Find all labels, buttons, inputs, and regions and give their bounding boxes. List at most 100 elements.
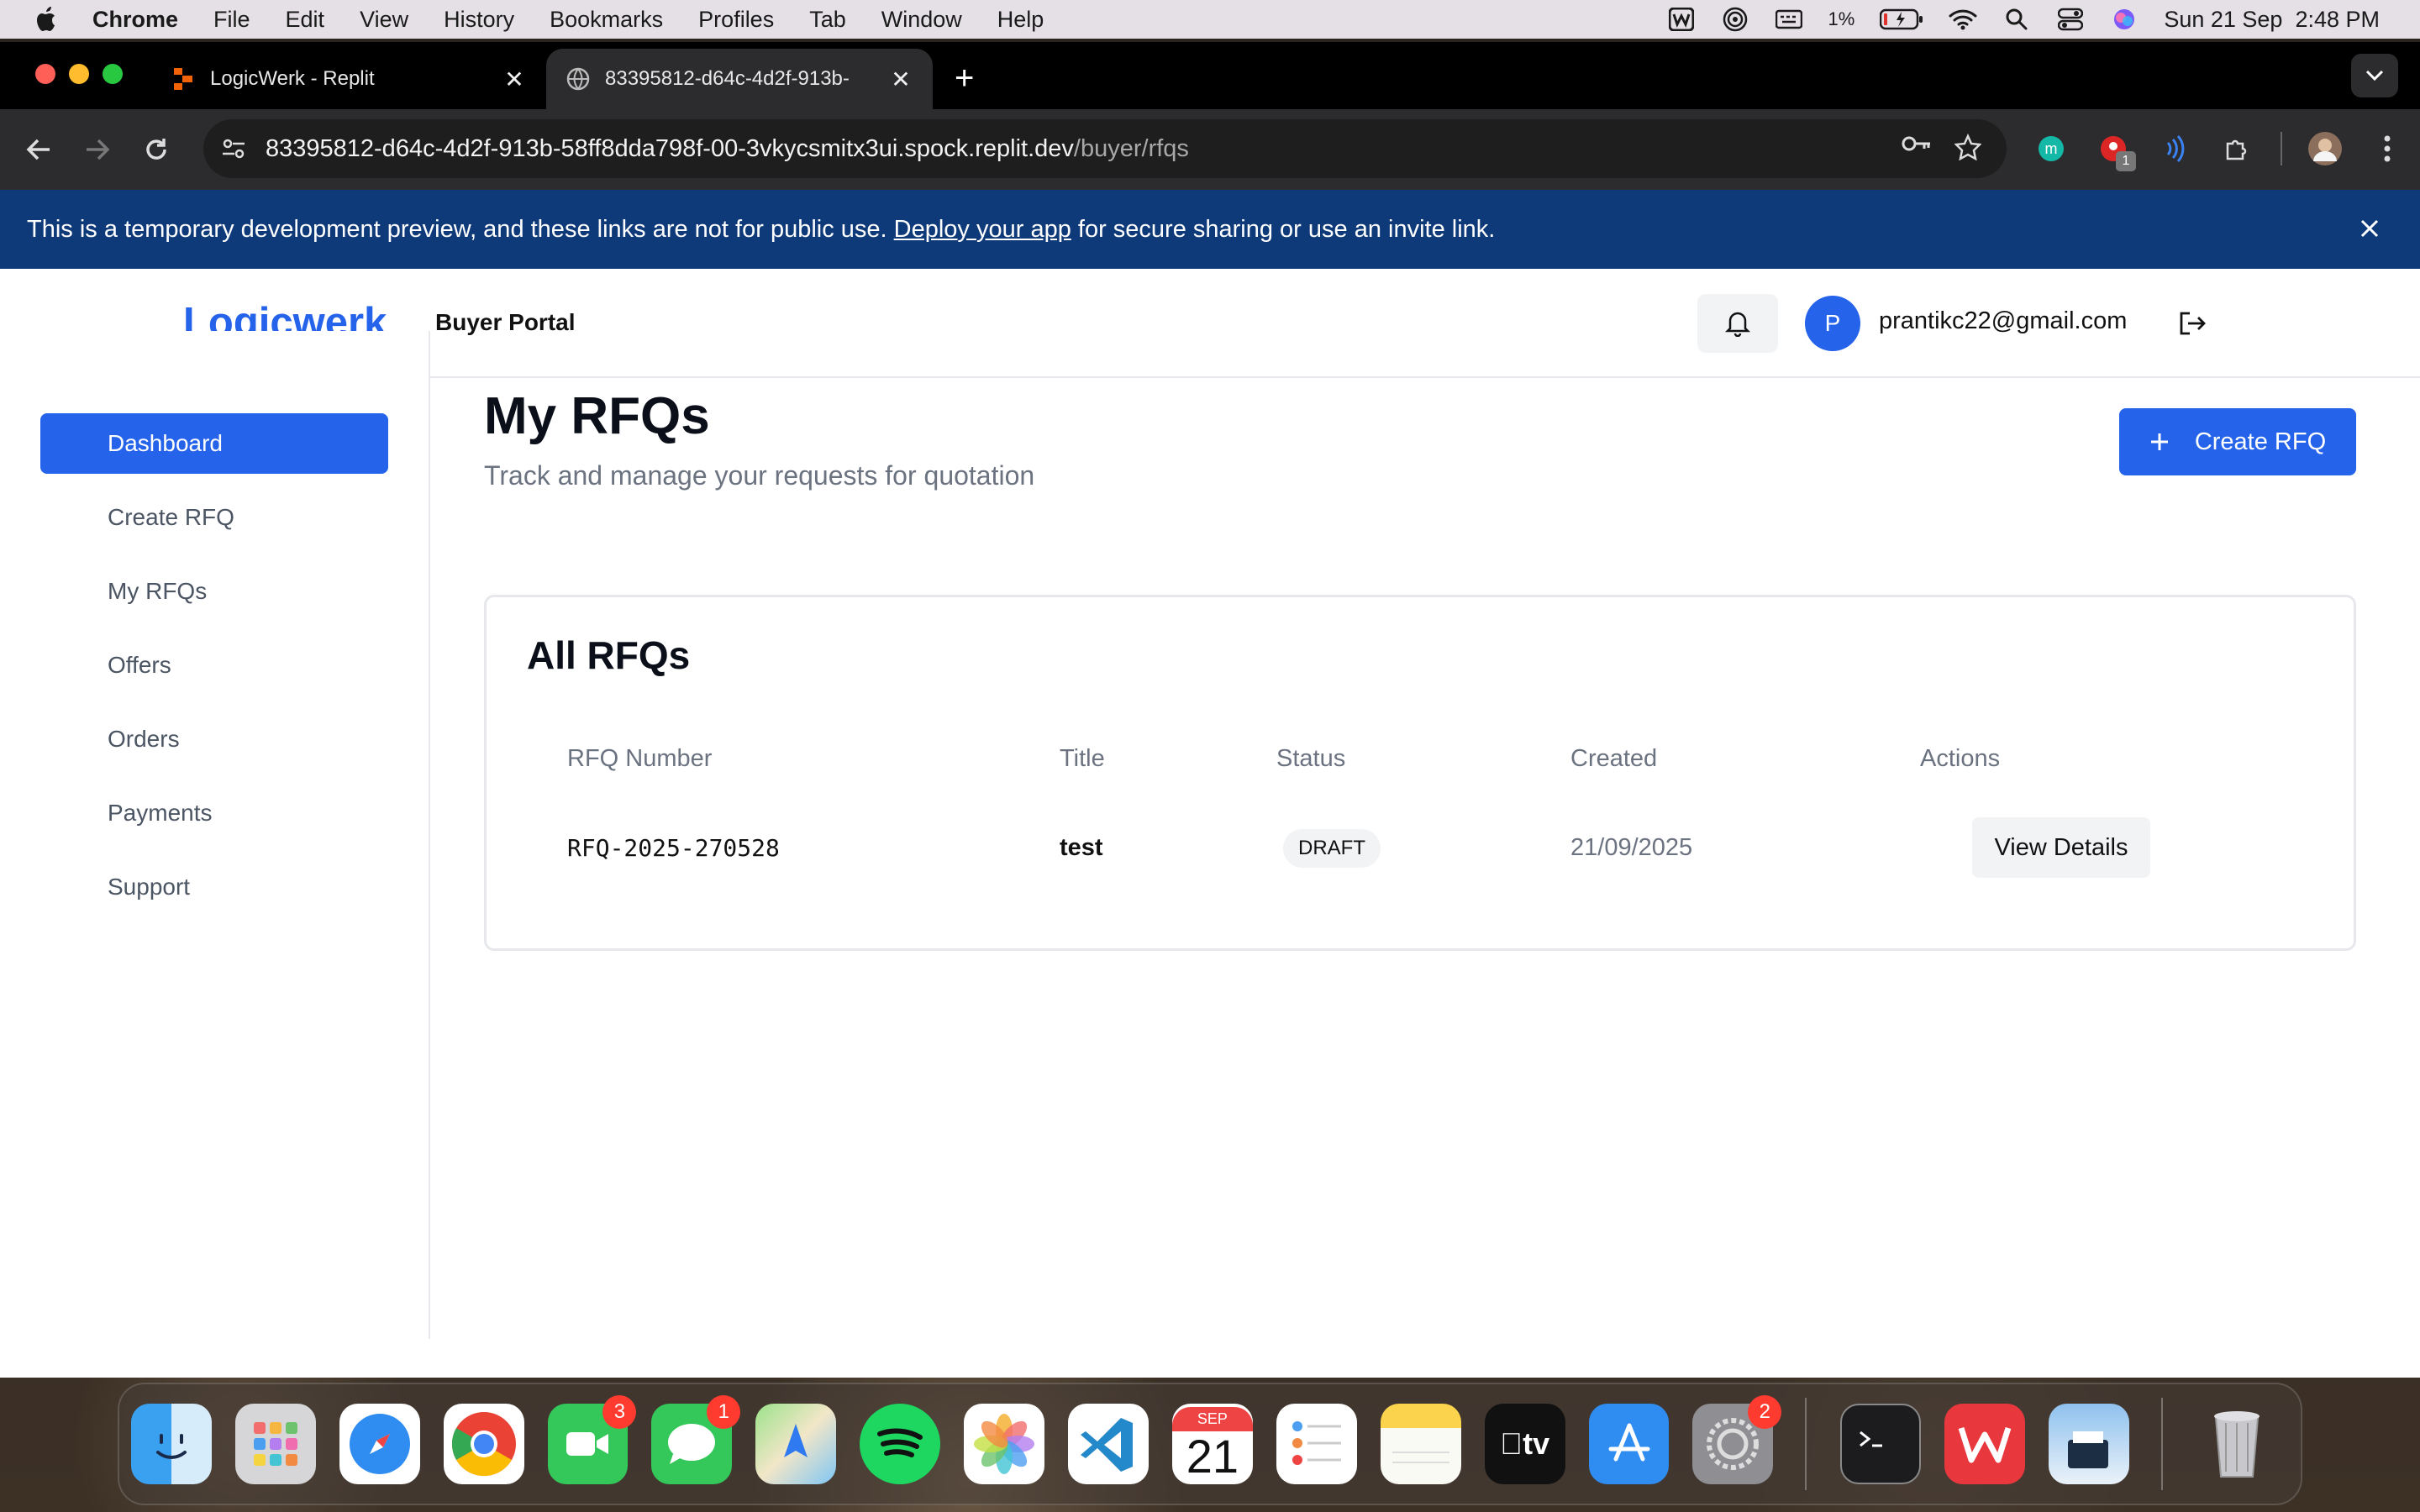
- password-key-icon[interactable]: [1901, 134, 1933, 165]
- sidebar-item-offers[interactable]: Offers: [40, 635, 388, 696]
- menu-help[interactable]: Help: [997, 7, 1044, 33]
- dock-separator: [2161, 1398, 2164, 1490]
- dock-system-settings-icon[interactable]: 2: [1692, 1395, 1782, 1484]
- dock-trash-icon[interactable]: [2196, 1404, 2277, 1484]
- dock-vscode-icon[interactable]: [1068, 1404, 1149, 1484]
- svg-text:m: m: [2045, 140, 2058, 157]
- chrome-menu-icon[interactable]: [2368, 129, 2407, 168]
- dock-finder-icon[interactable]: [131, 1404, 212, 1484]
- keyboard-icon[interactable]: [1775, 7, 1803, 32]
- menu-window[interactable]: Window: [881, 7, 962, 33]
- menu-edit[interactable]: Edit: [286, 7, 325, 33]
- menu-history[interactable]: History: [444, 7, 514, 33]
- wps-menubar-icon[interactable]: [1667, 7, 1696, 32]
- tab-close-icon[interactable]: ✕: [502, 66, 526, 92]
- close-window-button[interactable]: [35, 64, 55, 84]
- spotlight-search-icon[interactable]: [2002, 7, 2031, 32]
- dock-calendar-icon[interactable]: SEP 21: [1171, 1404, 1253, 1484]
- wifi-icon[interactable]: [1949, 7, 1977, 32]
- dock-terminal-icon[interactable]: [1840, 1404, 1922, 1484]
- column-header-created[interactable]: Created: [1570, 745, 1657, 773]
- dock-photos-icon[interactable]: [964, 1404, 1045, 1484]
- tab-strip: LogicWerk - Replit ✕ 83395812-d64c-4d2f-…: [0, 42, 2420, 109]
- maximize-window-button[interactable]: [103, 64, 123, 84]
- menu-file[interactable]: File: [213, 7, 250, 33]
- create-rfq-button[interactable]: Create RFQ: [2119, 408, 2356, 475]
- column-header-title[interactable]: Title: [1060, 745, 1105, 773]
- sidebar-item-create-rfq[interactable]: Create RFQ: [40, 487, 388, 548]
- address-bar[interactable]: 83395812-d64c-4d2f-913b-58ff8dda798f-00-…: [203, 119, 2007, 178]
- menu-view[interactable]: View: [360, 7, 408, 33]
- extension-red-icon[interactable]: 1: [2094, 129, 2136, 171]
- dock-reminders-icon[interactable]: [1276, 1404, 1357, 1484]
- extension-m-icon[interactable]: m: [2032, 129, 2070, 168]
- url-host: 83395812-d64c-4d2f-913b-58ff8dda798f-00-…: [266, 134, 1074, 162]
- minimize-window-button[interactable]: [69, 64, 89, 84]
- url-path: /buyer/rfqs: [1073, 134, 1189, 162]
- sidebar: Dashboard Create RFQ My RFQs Offers Orde…: [0, 331, 430, 1339]
- page-content: Dashboard Create RFQ My RFQs Offers Orde…: [0, 331, 2420, 1339]
- dock-preview-icon[interactable]: [2049, 1404, 2130, 1484]
- tab-preview[interactable]: 83395812-d64c-4d2f-913b- ✕: [546, 49, 933, 109]
- column-header-rfq-number[interactable]: RFQ Number: [567, 745, 712, 773]
- view-details-button[interactable]: View Details: [1972, 817, 2150, 878]
- dock-tv-icon[interactable]: tv: [1484, 1404, 1565, 1484]
- column-header-status[interactable]: Status: [1276, 745, 1345, 773]
- sidebar-item-orders[interactable]: Orders: [40, 709, 388, 769]
- dock: 3 1 SEP 21 tv 2: [118, 1383, 2302, 1505]
- dev-preview-banner: This is a temporary development preview,…: [0, 190, 2420, 269]
- extensions-area: m 1: [2032, 129, 2407, 171]
- page-title: My RFQs: [484, 387, 710, 445]
- new-tab-icon[interactable]: +: [955, 60, 974, 97]
- reload-icon[interactable]: [138, 131, 175, 168]
- deploy-app-link[interactable]: Deploy your app: [894, 216, 1071, 243]
- plus-icon: [2150, 433, 2168, 450]
- tab-logicwerk-replit[interactable]: LogicWerk - Replit ✕: [151, 49, 546, 109]
- menu-bookmarks[interactable]: Bookmarks: [550, 7, 663, 33]
- site-info-icon[interactable]: [217, 132, 250, 165]
- menubar: Chrome File Edit View History Bookmarks …: [0, 0, 2420, 39]
- menubar-app-name[interactable]: Chrome: [92, 7, 178, 33]
- tab-title: 83395812-d64c-4d2f-913b-: [605, 67, 850, 90]
- sidebar-item-support[interactable]: Support: [40, 857, 388, 917]
- bookmark-star-icon[interactable]: [1954, 133, 1982, 165]
- battery-percent: 1%: [1828, 8, 1855, 29]
- airdrop-icon[interactable]: [1721, 7, 1749, 32]
- dock-messages-icon[interactable]: 1: [651, 1395, 741, 1484]
- sidebar-item-payments[interactable]: Payments: [40, 783, 388, 843]
- dock-safari-icon[interactable]: [339, 1404, 420, 1484]
- create-rfq-label: Create RFQ: [2194, 428, 2327, 455]
- column-header-actions: Actions: [1920, 745, 2001, 772]
- siri-icon[interactable]: [2110, 7, 2139, 32]
- dock-launchpad-icon[interactable]: [234, 1404, 316, 1484]
- replit-favicon-icon: [171, 67, 195, 91]
- tab-search-chevron-icon[interactable]: [2351, 54, 2398, 97]
- dock-app-store-icon[interactable]: [1588, 1404, 1670, 1484]
- extension-badge: 1: [2116, 151, 2136, 171]
- banner-close-icon[interactable]: [2354, 213, 2385, 244]
- forward-arrow-icon[interactable]: [79, 131, 116, 168]
- dock-wps-icon[interactable]: [1944, 1404, 2026, 1484]
- tab-close-icon[interactable]: ✕: [889, 66, 913, 92]
- page-subtitle: Track and manage your requests for quota…: [484, 460, 1035, 491]
- menubar-datetime[interactable]: Sun 21 Sep 2:48 PM: [2164, 7, 2380, 33]
- extension-wave-icon[interactable]: [2156, 129, 2195, 168]
- dock-maps-icon[interactable]: [755, 1404, 837, 1484]
- battery-icon[interactable]: [1880, 7, 1923, 32]
- control-center-icon[interactable]: [2056, 7, 2085, 32]
- dock-chrome-icon[interactable]: [443, 1404, 524, 1484]
- profile-avatar-icon[interactable]: [2306, 129, 2344, 168]
- dock-facetime-icon[interactable]: 3: [547, 1395, 637, 1484]
- menu-profiles[interactable]: Profiles: [698, 7, 774, 33]
- dock-badge: 3: [602, 1395, 637, 1429]
- sidebar-item-my-rfqs[interactable]: My RFQs: [40, 561, 388, 622]
- browser-toolbar: 83395812-d64c-4d2f-913b-58ff8dda798f-00-…: [0, 109, 2420, 190]
- dock-notes-icon[interactable]: [1380, 1404, 1461, 1484]
- sidebar-item-dashboard[interactable]: Dashboard: [40, 413, 388, 474]
- menu-tab[interactable]: Tab: [809, 7, 846, 33]
- rfq-title-cell: test: [1060, 834, 1103, 861]
- back-arrow-icon[interactable]: [20, 131, 57, 168]
- extensions-puzzle-icon[interactable]: [2218, 129, 2257, 168]
- dock-spotify-icon[interactable]: [860, 1404, 941, 1484]
- apple-icon[interactable]: [32, 4, 62, 34]
